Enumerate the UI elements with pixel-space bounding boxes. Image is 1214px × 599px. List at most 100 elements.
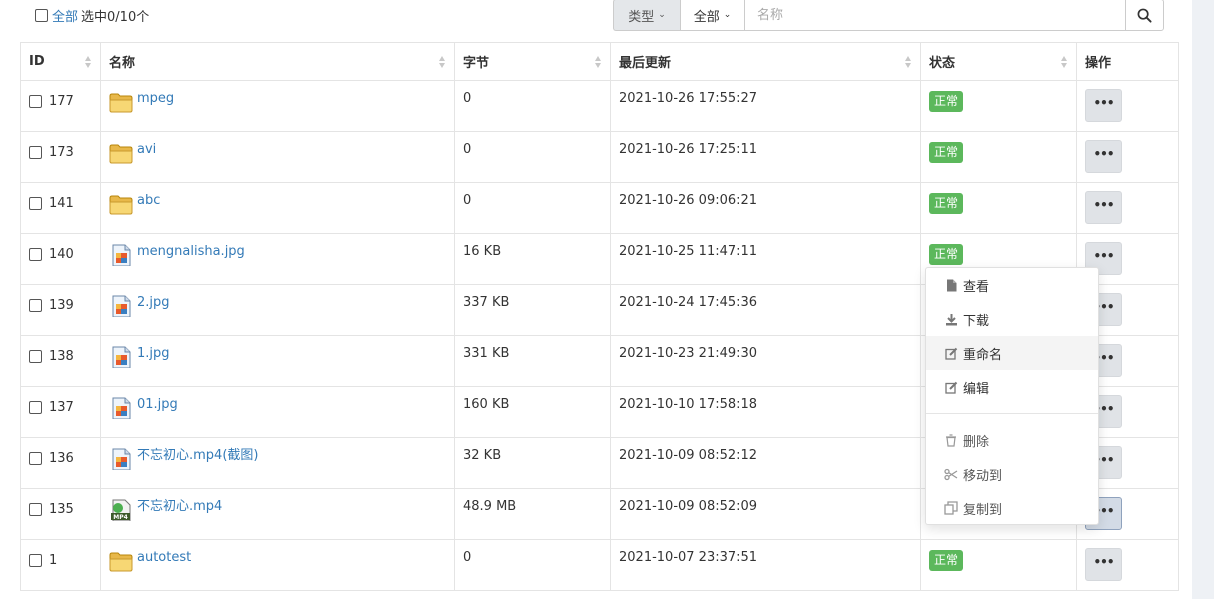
menu-item-view[interactable]: 查看	[926, 268, 1098, 302]
id-cell: 138	[20, 335, 101, 387]
file-name-link[interactable]: mpeg	[137, 91, 174, 107]
menu-item-label: 移动到	[963, 468, 1003, 484]
file-name-link[interactable]: 2.jpg	[137, 295, 170, 311]
folder-icon	[109, 144, 133, 164]
file-name-link[interactable]: avi	[137, 142, 156, 158]
more-actions-button[interactable]: •••	[1085, 191, 1122, 224]
copy-icon	[944, 501, 958, 515]
mp4-file-icon	[110, 499, 131, 521]
scope-filter-button[interactable]: 全部 ⌄	[680, 0, 744, 31]
updated-cell: 2021-10-09 08:52:09	[610, 488, 921, 540]
size-cell: 160 KB	[454, 386, 611, 438]
type-filter-button[interactable]: 类型 ⌄	[613, 0, 680, 31]
edit-icon	[944, 380, 958, 394]
action-menu: 查看 下载 重命名 编辑 删除 移动到 复制到	[925, 267, 1099, 525]
more-actions-button[interactable]: •••	[1085, 89, 1122, 122]
image-file-icon	[112, 244, 131, 266]
row-id: 1	[49, 553, 58, 568]
more-actions-button[interactable]: •••	[1085, 140, 1122, 173]
file-name-link[interactable]: 1.jpg	[137, 346, 170, 362]
row-checkbox[interactable]	[29, 554, 42, 567]
column-header-label: 字节	[463, 56, 490, 71]
select-all-checkbox[interactable]	[35, 9, 48, 22]
table-row: 177 mpeg 0 2021-10-26 17:55:27 正常 •••	[20, 80, 1179, 132]
menu-item-label: 复制到	[963, 502, 1003, 518]
menu-item-label: 重命名	[963, 347, 1003, 363]
menu-item-rename[interactable]: 重命名	[926, 336, 1098, 370]
file-icon	[944, 278, 958, 292]
menu-item-label: 删除	[963, 434, 990, 450]
actions-cell: •••	[1076, 539, 1179, 591]
column-header-status[interactable]: 状态	[920, 42, 1077, 81]
menu-divider	[926, 413, 1098, 414]
scissors-icon	[944, 467, 958, 481]
id-cell: 136	[20, 437, 101, 489]
id-cell: 1	[20, 539, 101, 591]
file-name-link[interactable]: abc	[137, 193, 160, 209]
updated-cell: 2021-10-26 17:55:27	[610, 80, 921, 132]
row-checkbox[interactable]	[29, 299, 42, 312]
column-header-actions: 操作	[1076, 42, 1179, 81]
edit-icon	[944, 346, 958, 360]
file-name-link[interactable]: 不忘初心.mp4(截图)	[137, 448, 258, 464]
row-checkbox[interactable]	[29, 95, 42, 108]
scrollbar-track[interactable]	[1192, 0, 1214, 599]
row-checkbox[interactable]	[29, 197, 42, 210]
sort-icon	[439, 56, 446, 68]
updated-cell: 2021-10-23 21:49:30	[610, 335, 921, 387]
id-cell: 139	[20, 284, 101, 336]
search-group: 类型 ⌄ 全部 ⌄	[613, 0, 1164, 31]
size-cell: 0	[454, 539, 611, 591]
size-cell: 32 KB	[454, 437, 611, 489]
menu-item-download[interactable]: 下载	[926, 302, 1098, 336]
status-cell: 正常	[920, 80, 1077, 132]
menu-item-edit[interactable]: 编辑	[926, 370, 1098, 404]
row-id: 177	[49, 94, 74, 109]
trash-icon	[944, 433, 958, 447]
row-id: 139	[49, 298, 74, 313]
table-row: 1 autotest 0 2021-10-07 23:37:51 正常 •••	[20, 539, 1179, 591]
row-id: 135	[49, 502, 74, 517]
column-header-label: 操作	[1085, 56, 1112, 71]
id-cell: 135	[20, 488, 101, 540]
more-actions-button[interactable]: •••	[1085, 548, 1122, 581]
row-checkbox[interactable]	[29, 350, 42, 363]
row-checkbox[interactable]	[29, 146, 42, 159]
menu-item-move[interactable]: 移动到	[926, 457, 1098, 491]
actions-cell: •••	[1076, 80, 1179, 132]
image-file-icon	[112, 397, 131, 419]
size-cell: 0	[454, 131, 611, 183]
actions-cell: •••	[1076, 131, 1179, 183]
file-name-link[interactable]: 01.jpg	[137, 397, 178, 413]
file-name-link[interactable]: autotest	[137, 550, 191, 566]
row-checkbox[interactable]	[29, 248, 42, 261]
row-checkbox[interactable]	[29, 401, 42, 414]
folder-icon	[109, 552, 133, 572]
column-header-updated[interactable]: 最后更新	[610, 42, 921, 81]
updated-cell: 2021-10-26 09:06:21	[610, 182, 921, 234]
row-checkbox[interactable]	[29, 452, 42, 465]
column-header-size[interactable]: 字节	[454, 42, 611, 81]
menu-item-delete[interactable]: 删除	[926, 423, 1098, 457]
name-cell: mpeg	[100, 80, 455, 132]
column-header-label: 最后更新	[619, 56, 672, 71]
column-header-id[interactable]: ID	[20, 42, 101, 81]
column-header-name[interactable]: 名称	[100, 42, 455, 81]
scope-filter-label: 全部	[693, 9, 720, 25]
updated-cell: 2021-10-07 23:37:51	[610, 539, 921, 591]
search-button[interactable]	[1125, 0, 1164, 31]
file-name-link[interactable]: mengnalisha.jpg	[137, 244, 245, 260]
size-cell: 16 KB	[454, 233, 611, 285]
name-cell: 2.jpg	[100, 284, 455, 336]
id-cell: 177	[20, 80, 101, 132]
type-filter-label: 类型	[628, 9, 655, 25]
search-input[interactable]	[744, 0, 1125, 31]
row-checkbox[interactable]	[29, 503, 42, 516]
download-icon	[944, 312, 958, 326]
size-cell: 0	[454, 80, 611, 132]
select-all-link[interactable]: 全部	[52, 6, 78, 25]
ellipsis-icon: •••	[1093, 249, 1114, 263]
file-name-link[interactable]: 不忘初心.mp4	[137, 499, 222, 515]
menu-item-copy[interactable]: 复制到	[926, 491, 1098, 525]
row-id: 136	[49, 451, 74, 466]
